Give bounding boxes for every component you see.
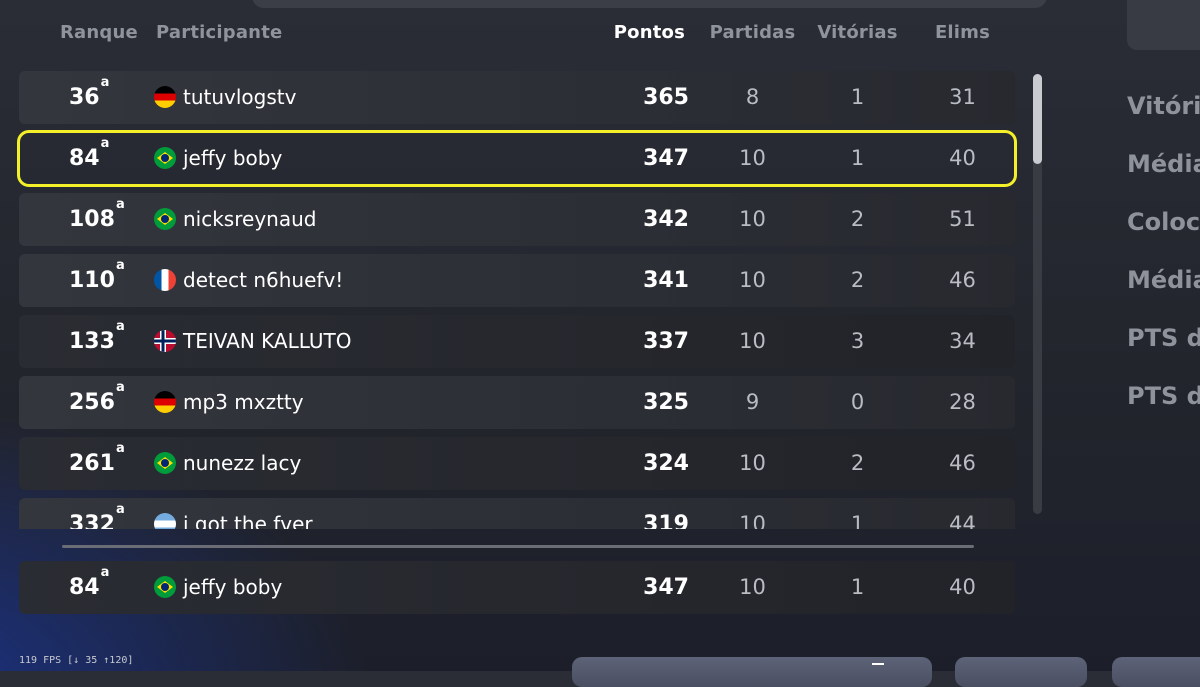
fps-counter: 119 FPS [↓ 35 ↑120] xyxy=(19,655,134,666)
header-points[interactable]: Pontos xyxy=(555,22,685,43)
points-value: 342 xyxy=(643,207,689,232)
scrollbar-thumb[interactable] xyxy=(1033,74,1042,164)
elims-value: 46 xyxy=(949,268,976,292)
argentina-flag-icon xyxy=(154,513,176,529)
points-value: 341 xyxy=(643,268,689,293)
side-stat-label: Média xyxy=(1127,266,1200,294)
leaderboard-row[interactable]: 108a nicksreynaud 342 10 2 51 xyxy=(19,193,1015,246)
points-value: 337 xyxy=(643,329,689,354)
points-value: 319 xyxy=(643,512,689,529)
top-search-bar[interactable] xyxy=(252,0,1047,8)
player-name: i got the fver xyxy=(183,512,313,529)
side-stat-label: Vitóri xyxy=(1127,92,1200,120)
points-value: 347 xyxy=(643,575,689,600)
leaderboard-row[interactable]: 256a mp3 mxztty 325 9 0 28 xyxy=(19,376,1015,429)
elims-value: 40 xyxy=(949,575,976,599)
elims-value: 31 xyxy=(949,85,976,109)
player-name: nicksreynaud xyxy=(183,207,317,231)
points-value: 347 xyxy=(643,146,689,171)
side-stat-label: PTS d xyxy=(1127,382,1200,410)
leaderboard-row[interactable]: 332a i got the fver 319 10 1 44 xyxy=(19,498,1015,529)
leaderboard-row[interactable]: 110a detect n6huefv! 341 10 2 46 xyxy=(19,254,1015,307)
leaderboard-row-highlighted[interactable]: 84a jeffy boby 347 10 1 40 xyxy=(17,130,1017,187)
leaderboard-list[interactable]: 36a tutuvlogstv 365 8 1 31 84a jeffy bob… xyxy=(0,66,1030,529)
rank-cell: 36a xyxy=(69,75,110,110)
my-entry-row[interactable]: 84a jeffy boby 347 10 1 40 xyxy=(19,561,1015,614)
leaderboard-row[interactable]: 36a tutuvlogstv 365 8 1 31 xyxy=(19,71,1015,124)
bottom-tertiary-button[interactable] xyxy=(1112,657,1200,687)
button-glyph-icon xyxy=(872,663,884,671)
player-name: nunezz lacy xyxy=(183,451,302,475)
player-name: mp3 mxztty xyxy=(183,390,304,414)
leaderboard-scrollbar[interactable] xyxy=(1033,74,1042,514)
brazil-flag-icon xyxy=(154,208,176,230)
player-name: detect n6huefv! xyxy=(183,268,344,292)
brazil-flag-icon xyxy=(154,452,176,474)
rank-cell: 84a xyxy=(69,136,110,171)
rank-cell: 84a xyxy=(69,565,110,600)
rank-cell: 133a xyxy=(69,319,125,354)
elims-value: 28 xyxy=(949,390,976,414)
header-elims[interactable]: Elims xyxy=(900,22,1025,43)
elims-value: 46 xyxy=(949,451,976,475)
player-name: jeffy boby xyxy=(183,146,283,170)
rank-cell: 108a xyxy=(69,197,125,232)
bottom-action-button[interactable] xyxy=(572,657,932,687)
points-value: 365 xyxy=(643,85,689,110)
leaderboard-header: Ranque Participante Pontos Partidas Vitó… xyxy=(0,22,1015,50)
top-right-panel xyxy=(1127,0,1200,50)
rank-cell: 332a xyxy=(69,502,125,529)
germany-flag-icon xyxy=(154,391,176,413)
elims-value: 44 xyxy=(949,512,976,529)
player-name: jeffy boby xyxy=(183,575,283,599)
france-flag-icon xyxy=(154,269,176,291)
rank-cell: 256a xyxy=(69,380,125,415)
list-divider xyxy=(62,545,974,548)
side-stat-label: PTS d xyxy=(1127,324,1200,352)
elims-value: 40 xyxy=(949,146,976,170)
elims-value: 34 xyxy=(949,329,976,353)
brazil-flag-icon xyxy=(154,576,176,598)
side-stat-label: Média xyxy=(1127,150,1200,178)
header-rank[interactable]: Ranque xyxy=(60,22,138,43)
leaderboard-row[interactable]: 133a TEIVAN KALLUTO 337 10 3 34 xyxy=(19,315,1015,368)
germany-flag-icon xyxy=(154,86,176,108)
points-value: 325 xyxy=(643,390,689,415)
brazil-flag-icon xyxy=(154,147,176,169)
side-stat-label: Coloc xyxy=(1127,208,1200,236)
points-value: 324 xyxy=(643,451,689,476)
header-participant[interactable]: Participante xyxy=(156,22,282,43)
norway-flag-icon xyxy=(154,330,176,352)
leaderboard-row[interactable]: 261a nunezz lacy 324 10 2 46 xyxy=(19,437,1015,490)
player-name: tutuvlogstv xyxy=(183,85,297,109)
rank-cell: 261a xyxy=(69,441,125,476)
rank-cell: 110a xyxy=(69,258,125,293)
elims-value: 51 xyxy=(949,207,976,231)
player-name: TEIVAN KALLUTO xyxy=(183,329,352,353)
bottom-secondary-button[interactable] xyxy=(955,657,1087,687)
